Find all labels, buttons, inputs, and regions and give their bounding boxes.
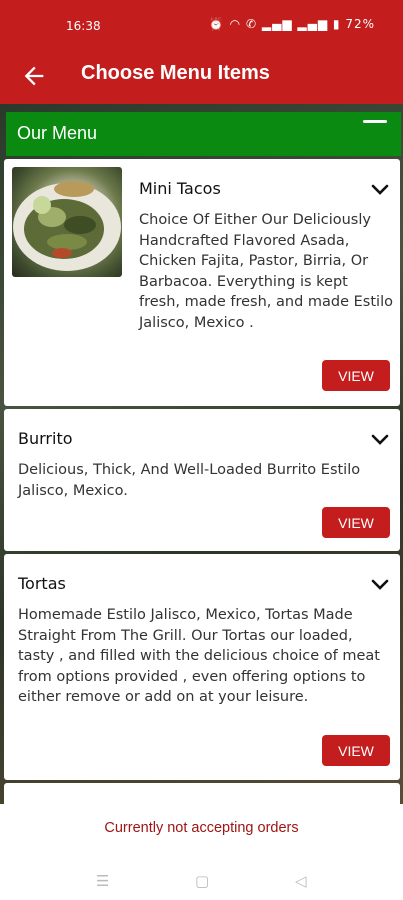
item-description: Homemade Estilo Jalisco, Mexico, Tortas …	[18, 607, 380, 706]
chevron-down-icon[interactable]	[370, 183, 390, 197]
battery-icon: ▮	[332, 17, 341, 31]
food-thumbnail	[12, 167, 122, 277]
menu-item-card[interactable]: Burrito Delicious, Thick, And Well-Loade…	[4, 409, 400, 551]
page-title: Choose Menu Items	[81, 62, 270, 84]
footer: Currently not accepting orders ☰ ▢ ◁	[0, 804, 403, 900]
wifi-icon: ◠	[229, 17, 242, 31]
status-bar: 16:38 ⏰ ◠ ✆ ▂▄▆ ▂▄▆ ▮ 72%	[0, 0, 403, 50]
status-icons: ⏰ ◠ ✆ ▂▄▆ ▂▄▆ ▮ 72%	[209, 17, 375, 31]
order-status-message: Currently not accepting orders	[104, 820, 299, 836]
battery-level: 72%	[345, 17, 375, 31]
item-description: Choice Of Either Our Deliciously Handcra…	[139, 212, 393, 331]
app-bar: Choose Menu Items	[0, 50, 403, 104]
item-description: Delicious, Thick, And Well-Loaded Burrit…	[18, 462, 361, 499]
call-icon: ✆	[245, 17, 258, 31]
alarm-icon: ⏰	[208, 17, 225, 31]
item-title: Mini Tacos	[139, 179, 221, 198]
recent-apps-icon[interactable]: ☰	[96, 872, 109, 890]
tacos-image	[13, 181, 121, 271]
collapse-icon[interactable]	[363, 120, 387, 123]
status-time: 16:38	[66, 19, 101, 33]
back-nav-icon[interactable]: ◁	[295, 872, 307, 890]
chevron-down-icon[interactable]	[370, 433, 390, 447]
view-button[interactable]: VIEW	[322, 507, 390, 538]
view-button[interactable]: VIEW	[322, 735, 390, 766]
menu-section-title: Our Menu	[17, 123, 98, 143]
chevron-down-icon[interactable]	[370, 578, 390, 592]
back-arrow-icon[interactable]	[20, 62, 48, 90]
signal-icon: ▂▄▆	[297, 17, 329, 31]
item-title: Tortas	[18, 574, 66, 593]
item-title: Burrito	[18, 429, 73, 448]
menu-section-header[interactable]: Our Menu	[6, 112, 401, 156]
home-icon[interactable]: ▢	[195, 872, 209, 890]
view-button[interactable]: VIEW	[322, 360, 390, 391]
signal-icon: ▂▄▆	[261, 17, 293, 31]
menu-item-card[interactable]: Mini Tacos Choice Of Either Our Deliciou…	[4, 159, 400, 406]
menu-item-card[interactable]: Tortas Homemade Estilo Jalisco, Mexico, …	[4, 554, 400, 780]
